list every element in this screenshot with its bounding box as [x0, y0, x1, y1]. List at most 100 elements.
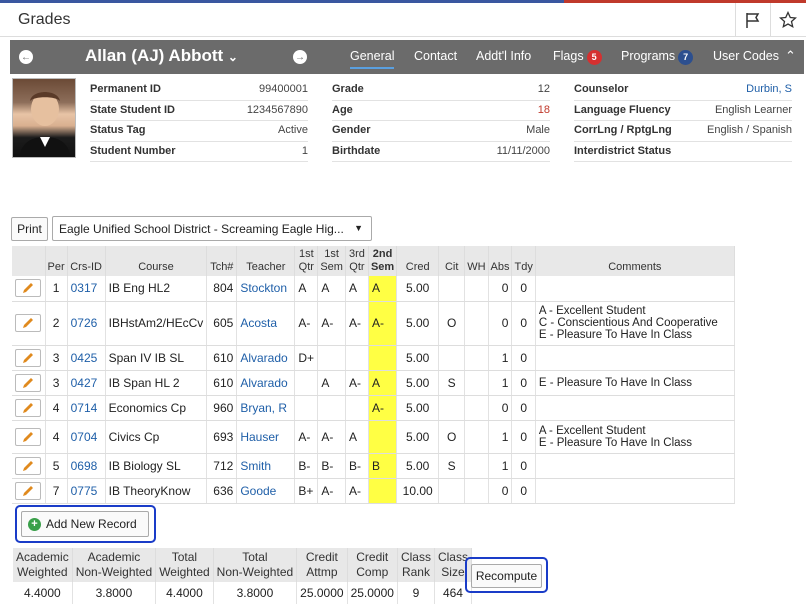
- col-header[interactable]: 1st Qtr: [294, 246, 319, 276]
- tab-flags[interactable]: Flags 5: [553, 49, 602, 65]
- teacher-number-cell: 605: [206, 301, 238, 346]
- comments-cell: [535, 453, 735, 479]
- info-row: Student Number 1: [90, 142, 308, 162]
- summary-value: 4.4000: [155, 582, 214, 604]
- period-cell: 4: [45, 395, 68, 421]
- summary-values-row: 4.4000 3.8000 4.4000 3.8000 25.0000 25.0000 9 4…: [13, 582, 472, 604]
- comments-cell: [535, 276, 735, 302]
- sem1-grade-cell: B-: [317, 453, 346, 479]
- course-id-link[interactable]: 0698: [67, 453, 106, 479]
- school-select[interactable]: Eagle Unified School District - Screamin…: [52, 216, 372, 241]
- absences-cell: 0: [488, 276, 513, 302]
- col-header[interactable]: Per: [45, 246, 68, 276]
- citizenship-cell: S: [438, 453, 466, 479]
- course-cell: IB Span HL 2: [105, 370, 208, 396]
- edit-pencil-icon[interactable]: [15, 348, 41, 367]
- col-header[interactable]: Cred: [396, 246, 440, 276]
- col-header[interactable]: Comments: [535, 246, 735, 276]
- counselor-link[interactable]: Durbin, S: [746, 83, 792, 95]
- course-id-link[interactable]: 0775: [67, 478, 106, 504]
- sem2-grade-cell: A-: [368, 395, 398, 421]
- course-cell: Civics Cp: [105, 420, 208, 454]
- tab-programs[interactable]: Programs 7: [621, 49, 694, 65]
- col-header[interactable]: Cit: [438, 246, 466, 276]
- col-header[interactable]: Tch#: [206, 246, 238, 276]
- teacher-link[interactable]: Stockton: [236, 276, 296, 302]
- summary-value: 25.0000: [296, 582, 348, 604]
- course-id-link[interactable]: 0427: [67, 370, 106, 396]
- col-header[interactable]: Course: [105, 246, 208, 276]
- table-row: 1 0317 IB Eng HL2 804 Stockton A A A A 5.00 0 0: [12, 276, 735, 302]
- print-button[interactable]: Print: [11, 217, 48, 241]
- table-row: 4 0714 Economics Cp 960 Bryan, R A- 5.00 0 0: [12, 395, 735, 421]
- col-header[interactable]: Crs-ID: [67, 246, 106, 276]
- teacher-link[interactable]: Alvarado: [236, 345, 296, 371]
- student-name-dropdown[interactable]: Allan (AJ) Abbott ⌄: [85, 46, 238, 66]
- summary-header: Credit Comp: [347, 548, 398, 582]
- citizenship-cell: S: [438, 370, 466, 396]
- credit-cell: 5.00: [396, 420, 440, 454]
- col-header[interactable]: Tdy: [511, 246, 536, 276]
- citizenship-cell: [438, 345, 466, 371]
- tab-addtl-info[interactable]: Addt'l Info: [476, 49, 531, 63]
- course-id-link[interactable]: 0726: [67, 301, 106, 346]
- tardies-cell: 0: [511, 420, 536, 454]
- teacher-link[interactable]: Bryan, R: [236, 395, 296, 421]
- star-icon[interactable]: [770, 3, 804, 37]
- title-bar: Grades: [0, 3, 806, 37]
- summary-value: 3.8000: [213, 582, 298, 604]
- comments-cell: [535, 345, 735, 371]
- qtr1-grade-cell: B+: [294, 478, 319, 504]
- teacher-link[interactable]: Smith: [236, 453, 296, 479]
- course-id-link[interactable]: 0714: [67, 395, 106, 421]
- edit-pencil-icon[interactable]: [15, 398, 41, 417]
- teacher-link[interactable]: Hauser: [236, 420, 296, 454]
- student-info-col2: Grade 12 Age 18 Gender Male Birthdate 11/11/…: [332, 80, 550, 162]
- student-info-col1: Permanent ID 99400001 State Student ID 123…: [90, 80, 308, 162]
- summary-value: 25.0000: [347, 582, 398, 604]
- period-cell: 1: [45, 276, 68, 302]
- recompute-button[interactable]: Recompute: [471, 564, 542, 588]
- tardies-cell: 0: [511, 301, 536, 346]
- previous-student-icon[interactable]: ←: [19, 50, 33, 64]
- summary-header: Total Non-Weighted: [213, 548, 298, 582]
- tab-user-codes[interactable]: User Codes: [713, 49, 779, 63]
- course-id-link[interactable]: 0317: [67, 276, 106, 302]
- sem2-grade-cell: A-: [368, 301, 398, 346]
- edit-pencil-icon[interactable]: [15, 456, 41, 475]
- teacher-link[interactable]: Acosta: [236, 301, 296, 346]
- comments-cell: [535, 478, 735, 504]
- student-photo: [12, 78, 76, 158]
- col-header[interactable]: WH: [464, 246, 489, 276]
- col-header[interactable]: 1st Sem: [317, 246, 346, 276]
- info-row: Interdistrict Status: [574, 142, 792, 162]
- col-header[interactable]: Teacher: [236, 246, 296, 276]
- absences-cell: 1: [488, 420, 513, 454]
- course-id-link[interactable]: 0704: [67, 420, 106, 454]
- edit-pencil-icon[interactable]: [15, 373, 41, 392]
- col-header[interactable]: 3rd Qtr: [345, 246, 369, 276]
- summary-value: 3.8000: [72, 582, 157, 604]
- teacher-link[interactable]: Alvarado: [236, 370, 296, 396]
- col-header[interactable]: Abs: [488, 246, 513, 276]
- edit-pencil-icon[interactable]: [15, 279, 41, 298]
- flag-icon[interactable]: [735, 3, 769, 37]
- course-id-link[interactable]: 0425: [67, 345, 106, 371]
- add-new-record-button[interactable]: + Add New Record: [21, 511, 149, 537]
- next-student-icon[interactable]: →: [293, 50, 307, 64]
- teacher-link[interactable]: Goode: [236, 478, 296, 504]
- col-header[interactable]: 2nd Sem: [368, 246, 398, 276]
- chevron-up-icon[interactable]: ⌃: [785, 48, 796, 64]
- add-record-focus-outline: + Add New Record: [15, 505, 156, 543]
- work-habits-cell: [464, 345, 489, 371]
- tab-contact[interactable]: Contact: [414, 49, 457, 63]
- edit-pencil-icon[interactable]: [15, 481, 41, 500]
- edit-pencil-icon[interactable]: [15, 314, 41, 332]
- table-row: 5 0698 IB Biology SL 712 Smith B- B- B- B 5.00 S 1 0: [12, 453, 735, 479]
- credit-cell: 10.00: [396, 478, 440, 504]
- table-row: 4 0704 Civics Cp 693 Hauser A- A- A 5.00 O 1 0 A - E…: [12, 420, 735, 454]
- tab-general[interactable]: General: [350, 49, 395, 69]
- teacher-number-cell: 610: [206, 370, 238, 396]
- work-habits-cell: [464, 276, 489, 302]
- edit-pencil-icon[interactable]: [15, 427, 41, 446]
